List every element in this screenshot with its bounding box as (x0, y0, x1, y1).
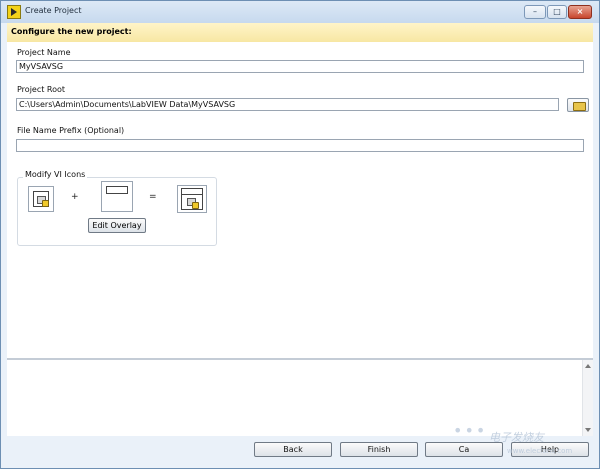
back-button[interactable]: Back (254, 442, 332, 457)
minimize-button[interactable]: – (524, 5, 546, 19)
labview-app-icon (7, 5, 21, 19)
original-icon-preview (28, 186, 54, 212)
overlay-preview (101, 181, 133, 212)
overlay-band (182, 189, 202, 195)
watermark-url: www.elecfans.com (507, 447, 573, 455)
plus-sign: + (71, 192, 79, 202)
description-panel (7, 359, 593, 436)
watermark-text: 电子发烧友 (489, 431, 544, 444)
vi-result-icon (181, 188, 203, 210)
window-title: Create Project (25, 6, 82, 15)
edit-overlay-button[interactable]: Edit Overlay (88, 218, 146, 233)
title-bar: Create Project – □ × (1, 1, 599, 23)
vi-file-icon (33, 191, 49, 207)
watermark-logo-icon: ••• (453, 421, 488, 440)
modify-vi-icons-title: Modify VI Icons (23, 170, 88, 179)
project-root-input[interactable]: C:\Users\Admin\Documents\LabVIEW Data\My… (16, 98, 559, 111)
scroll-down-icon[interactable] (585, 428, 591, 432)
project-name-label: Project Name (17, 48, 71, 57)
form-panel: Project Name MyVSAVSG Project Root C:\Us… (7, 42, 593, 359)
finish-button[interactable]: Finish (340, 442, 418, 457)
create-project-window: Create Project – □ × Configure the new p… (0, 0, 600, 469)
vi-glyph-icon (37, 196, 49, 207)
overlay-banner-icon (106, 186, 128, 194)
header-band: Configure the new project: (7, 23, 593, 43)
maximize-button[interactable]: □ (547, 5, 567, 19)
vi-glyph-icon (187, 198, 199, 209)
browse-button[interactable] (567, 98, 589, 112)
result-icon-preview (177, 185, 207, 213)
equals-sign: = (149, 192, 157, 202)
file-name-prefix-input[interactable] (16, 139, 584, 152)
close-button[interactable]: × (568, 5, 592, 19)
file-name-prefix-label: File Name Prefix (Optional) (17, 126, 125, 135)
project-name-input[interactable]: MyVSAVSG (16, 60, 584, 73)
folder-icon (573, 102, 586, 111)
vertical-scrollbar[interactable] (582, 360, 593, 436)
project-root-label: Project Root (17, 85, 66, 94)
page-title: Configure the new project: (11, 27, 132, 36)
scroll-up-icon[interactable] (585, 364, 591, 368)
